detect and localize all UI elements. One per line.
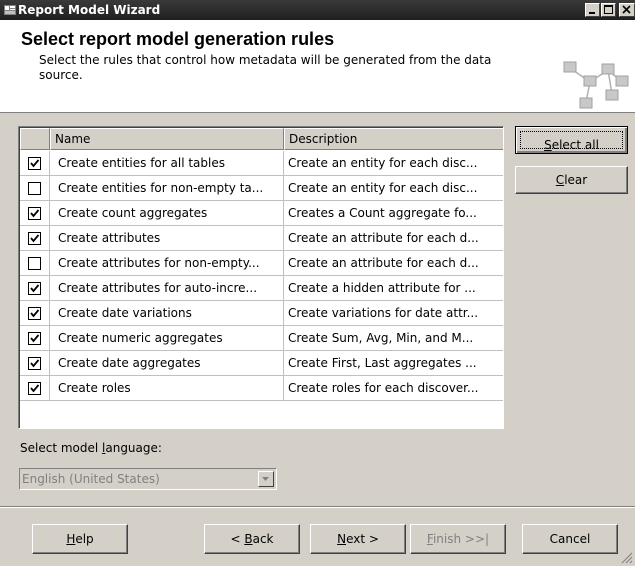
chevron-down-icon (262, 477, 269, 481)
rule-name: Create numeric aggregates (50, 326, 284, 351)
finish-button[interactable]: Finish >>| (410, 524, 506, 554)
checkmark-icon (30, 284, 40, 293)
table-row[interactable]: Create attributes for non-empty... Create… (20, 251, 503, 276)
rule-name: Create date variations (50, 301, 284, 326)
rule-checkbox[interactable] (28, 382, 41, 395)
rule-checkbox[interactable] (28, 357, 41, 370)
table-row[interactable]: Create attributes for auto-incre... Creat… (20, 276, 503, 301)
checkmark-icon (30, 334, 40, 343)
cancel-button[interactable]: Cancel (522, 524, 618, 554)
table-row[interactable]: Create roles Create roles for each discov… (20, 376, 503, 401)
rule-name: Create date aggregates (50, 351, 284, 376)
wizard-window: Report Model Wizard Select report model … (0, 0, 635, 566)
maximize-icon (604, 5, 613, 14)
rule-checkbox[interactable] (28, 182, 41, 195)
row-check-cell (20, 276, 50, 301)
rule-name: Create entities for all tables (50, 151, 284, 176)
window-title: Report Model Wizard (18, 3, 161, 17)
rule-checkbox[interactable] (28, 207, 41, 220)
rule-description: Create an entity for each disc... (284, 151, 503, 176)
rules-grid: Name Description Create entities for all… (18, 126, 504, 429)
language-label: Select model language: (20, 441, 162, 455)
table-row[interactable]: Create attributes Create an attribute for… (20, 226, 503, 251)
rule-description: Create an entity for each disc... (284, 176, 503, 201)
row-check-cell (20, 301, 50, 326)
footer-divider (0, 506, 635, 508)
close-button[interactable] (619, 3, 635, 17)
rule-name: Create roles (50, 376, 284, 401)
checkmark-icon (30, 309, 40, 318)
minimize-icon (589, 12, 595, 14)
page-description: Select the rules that control how metada… (39, 53, 492, 82)
rule-name: Create entities for non-empty ta... (50, 176, 284, 201)
column-header-name[interactable]: Name (50, 128, 284, 150)
rule-checkbox[interactable] (28, 257, 41, 270)
wizard-app-icon (4, 5, 16, 15)
rule-description: Create an attribute for each d... (284, 226, 503, 251)
language-value: English (United States) (22, 472, 160, 486)
row-check-cell (20, 176, 50, 201)
grid-header: Name Description (20, 128, 503, 150)
row-check-cell (20, 201, 50, 226)
table-row[interactable]: Create date variations Create variations … (20, 301, 503, 326)
checkmark-icon (30, 159, 40, 168)
rule-description: Create an attribute for each d... (284, 251, 503, 276)
row-check-cell (20, 226, 50, 251)
page-title: Select report model generation rules (21, 29, 335, 49)
rule-description: Create variations for date attr... (284, 301, 503, 326)
row-check-cell (20, 251, 50, 276)
dropdown-button[interactable] (258, 471, 274, 487)
column-header-description[interactable]: Description (284, 128, 503, 150)
checkmark-icon (30, 209, 40, 218)
rule-name: Create count aggregates (50, 201, 284, 226)
table-row[interactable]: Create entities for all tables Create an … (20, 151, 503, 176)
select-all-button[interactable]: Select all (515, 126, 628, 154)
minimize-button[interactable] (585, 3, 600, 17)
row-check-cell (20, 151, 50, 176)
resize-grip-icon[interactable] (619, 550, 633, 564)
rule-name: Create attributes for non-empty... (50, 251, 284, 276)
title-bar: Report Model Wizard (0, 0, 635, 20)
rule-checkbox[interactable] (28, 332, 41, 345)
rule-checkbox[interactable] (28, 307, 41, 320)
rule-description: Create a hidden attribute for ... (284, 276, 503, 301)
table-row[interactable]: Create count aggregates Creates a Count a… (20, 201, 503, 226)
checkmark-icon (30, 359, 40, 368)
maximize-button[interactable] (601, 3, 616, 17)
language-select[interactable]: English (United States) (19, 468, 277, 490)
rule-description: Creates a Count aggregate fo... (284, 201, 503, 226)
back-button[interactable]: < Back (204, 524, 300, 554)
rule-description: Create roles for each discover... (284, 376, 503, 401)
table-row[interactable]: Create entities for non-empty ta... Creat… (20, 176, 503, 201)
rule-description: Create First, Last aggregates ... (284, 351, 503, 376)
help-button[interactable]: Help (32, 524, 128, 554)
row-check-cell (20, 351, 50, 376)
row-check-cell (20, 376, 50, 401)
table-row[interactable]: Create numeric aggregates Create Sum, Avg… (20, 326, 503, 351)
checkmark-icon (30, 384, 40, 393)
rule-checkbox[interactable] (28, 157, 41, 170)
rule-name: Create attributes for auto-incre... (50, 276, 284, 301)
close-icon (622, 5, 631, 14)
clear-button[interactable]: Clear (515, 166, 628, 194)
report-model-graphic-icon (563, 61, 629, 109)
next-button[interactable]: Next > (310, 524, 406, 554)
wizard-header: Select report model generation rules Sel… (0, 20, 635, 113)
column-header-check[interactable] (20, 128, 50, 150)
checkmark-icon (30, 234, 40, 243)
rule-description: Create Sum, Avg, Min, and M... (284, 326, 503, 351)
row-check-cell (20, 326, 50, 351)
rule-checkbox[interactable] (28, 232, 41, 245)
rule-name: Create attributes (50, 226, 284, 251)
rule-checkbox[interactable] (28, 282, 41, 295)
table-row[interactable]: Create date aggregates Create First, Last… (20, 351, 503, 376)
